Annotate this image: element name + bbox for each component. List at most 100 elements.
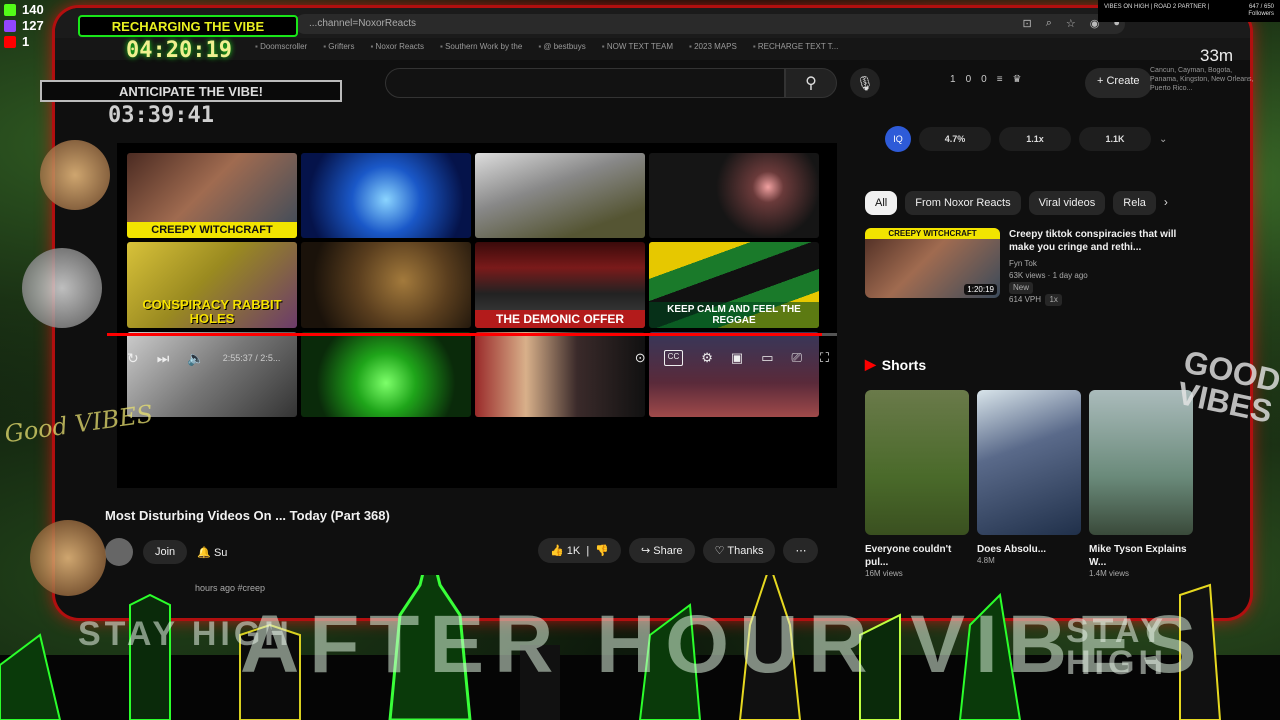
stay-high-right: STAY HIGH [1066, 612, 1167, 683]
recommended-video[interactable]: CREEPY WITCHCRAFT 1:20:19 Creepy tiktok … [865, 228, 1195, 306]
duration-badge: 1:20:19 [964, 284, 997, 295]
fullscreen-icon[interactable]: ⛶ [820, 350, 829, 366]
bookmark-item[interactable]: Southern Work by the [440, 42, 522, 60]
thumbnail-tile [301, 242, 471, 328]
stat-clock: 1 [950, 74, 956, 85]
cat-sticker-icon [40, 140, 110, 210]
header-stats: 1 0 0 ≡ ♛ [950, 74, 1022, 85]
recharge-title: RECHARGING THE VIBE [78, 15, 298, 37]
chevron-down-icon[interactable]: ⌄ [1159, 134, 1167, 145]
thumbnail-tile [649, 153, 819, 239]
miniplayer-icon[interactable]: ▣ [731, 350, 743, 366]
short-title[interactable]: Mike Tyson Explains W... 1.4M views [1089, 543, 1193, 579]
trophy-icon[interactable]: ♛ [1013, 74, 1022, 85]
short-title[interactable]: Does Absolu... 4.8M [977, 543, 1081, 579]
search-icon[interactable]: ⚲ [785, 68, 837, 98]
anticipate-title: ANTICIPATE THE VIBE! [40, 80, 342, 102]
bookmark-item[interactable]: @ bestbuys [538, 42, 585, 60]
short-thumbnail[interactable] [865, 390, 969, 535]
bookmark-item[interactable]: Grifters [323, 42, 354, 60]
anticipate-timer: 03:39:41 [108, 103, 214, 128]
short-title[interactable]: Everyone couldn't pul... 16M views [865, 543, 969, 579]
twitch-counter: 127 [4, 18, 44, 34]
twitch-icon [4, 20, 16, 32]
channel-avatar[interactable] [105, 538, 133, 566]
stat-comments: 0 [965, 74, 972, 85]
install-icon[interactable]: ⊡ [1022, 17, 1031, 30]
thanks-button[interactable]: ♡ Thanks [702, 538, 776, 563]
shorts-titles: Everyone couldn't pul... 16M views Does A… [865, 543, 1193, 579]
bookmark-item[interactable]: Doomscroller [255, 42, 307, 60]
thumbnail-tile [475, 153, 645, 239]
recommended-meta: Fyn Tok 63K views · 1 day ago New 614 VP… [1009, 259, 1088, 306]
bookmark-item[interactable]: Noxor Reacts [370, 42, 424, 60]
bookmark-item[interactable]: 2023 MAPS [689, 42, 737, 60]
chip-viral[interactable]: Viral videos [1028, 191, 1106, 215]
search-input[interactable] [385, 68, 785, 98]
stat-pill: 1.1x [999, 127, 1071, 151]
volume-icon[interactable]: 🔈 [187, 350, 204, 367]
address-bar[interactable]: ...channel=NoxorReacts [295, 14, 1125, 34]
like-button[interactable]: 👍 1K | 👎 [538, 538, 622, 563]
video-player[interactable]: CREEPY WITCHCRAFT CONSPIRACY RABBIT HOLE… [117, 143, 837, 488]
replay-icon[interactable]: ↻ [127, 350, 139, 367]
next-icon[interactable]: ⏭ [157, 350, 170, 367]
subscribe-button[interactable]: 🔔 Su [197, 546, 227, 559]
short-thumbnail[interactable] [1089, 390, 1193, 535]
theater-icon[interactable]: ▭ [761, 350, 773, 366]
stat-pill: 1.1K [1079, 127, 1151, 151]
stats-extension-icon[interactable]: IQ [885, 126, 911, 152]
captions-icon[interactable]: CC [663, 350, 684, 366]
bookmarks-bar: Doomscroller Grifters Noxor Reacts South… [55, 38, 1250, 60]
zoom-icon[interactable]: ⌕ [1046, 17, 1052, 30]
filter-chips: All From Noxor Reacts Viral videos Rela … [865, 191, 1168, 215]
more-icon[interactable]: ⋯ [783, 538, 819, 563]
chip-all[interactable]: All [865, 191, 898, 215]
create-button[interactable]: + Create [1085, 68, 1152, 98]
thumbnail-tile [301, 153, 471, 239]
kick-counter: 140 [4, 2, 44, 18]
youtube-icon [4, 36, 16, 48]
autoplay-toggle[interactable]: ⊙ [635, 350, 646, 366]
recommended-thumbnail[interactable]: CREEPY WITCHCRAFT 1:20:19 [865, 228, 1000, 298]
shorts-icon: ▶ [865, 356, 876, 372]
player-controls: ↻ ⏭ 🔈 2:55:37 / 2:5... ⊙ CC ⚙ ▣ ▭ ⎚ ⛶ [117, 343, 837, 373]
queue-icon[interactable]: ≡ [997, 74, 1003, 85]
stat-eye: 0 [981, 74, 987, 85]
bookmark-item[interactable]: NOW TEXT TEAM [602, 42, 673, 60]
thumbnail-tile: KEEP CALM AND FEEL THE REGGAE [649, 242, 819, 328]
chevron-right-icon[interactable]: › [1164, 191, 1168, 215]
join-button[interactable]: Join [143, 540, 188, 564]
video-title: Most Disturbing Videos On ... Today (Par… [105, 508, 390, 523]
youtube-counter: 1 [4, 34, 44, 50]
stay-high-left: STAY HIGH [78, 615, 293, 653]
cast-icon[interactable]: ⎚ [791, 350, 801, 366]
chip-related[interactable]: Rela [1113, 191, 1156, 215]
extension-stats: IQ 4.7% 1.1x 1.1K ⌄ [885, 126, 1167, 152]
thumbnail-tile: THE DEMONIC OFFER [475, 242, 645, 328]
video-progress-bar[interactable] [107, 333, 837, 336]
video-thumbnail-collage: CREEPY WITCHCRAFT CONSPIRACY RABBIT HOLE… [127, 153, 819, 417]
location-list: Cancun, Cayman, Bogota, Panama, Kingston… [1150, 67, 1254, 93]
settings-icon[interactable]: ⚙ [701, 350, 713, 366]
bookmark-item[interactable]: RECHARGE TEXT T... [753, 42, 838, 60]
shorts-header: ▶ Shorts [865, 356, 927, 373]
video-actions: 👍 1K | 👎 ↪ Share ♡ Thanks ⋯ [538, 538, 819, 563]
microphone-icon[interactable]: 🎙 [850, 68, 880, 98]
recharge-timer: 04:20:19 [126, 38, 232, 63]
share-button[interactable]: ↪ Share [629, 538, 695, 563]
time-display: 2:55:37 / 2:5... [222, 353, 281, 363]
shorts-shelf [865, 390, 1193, 535]
stat-pill: 4.7% [919, 127, 991, 151]
after-hour-vibes-text: AFTER HOUR VIBES [240, 599, 1207, 690]
star-icon[interactable]: ☆ [1066, 17, 1076, 30]
stream-info-bar: VIBES ON HIGH | ROAD 2 PARTNER | 647 / 6… [1098, 0, 1280, 22]
short-thumbnail[interactable] [977, 390, 1081, 535]
followers-goal: 647 / 650 Followers [1248, 4, 1274, 18]
recommended-title[interactable]: Creepy tiktok conspiracies that will mak… [1009, 228, 1189, 254]
thumbnail-tile: CONSPIRACY RABBIT HOLES [127, 242, 297, 328]
cat-glasses-sticker-icon [22, 248, 102, 328]
stream-title: VIBES ON HIGH | ROAD 2 PARTNER | [1104, 4, 1210, 10]
chip-channel[interactable]: From Noxor Reacts [905, 191, 1021, 215]
progress-fill [107, 333, 823, 336]
